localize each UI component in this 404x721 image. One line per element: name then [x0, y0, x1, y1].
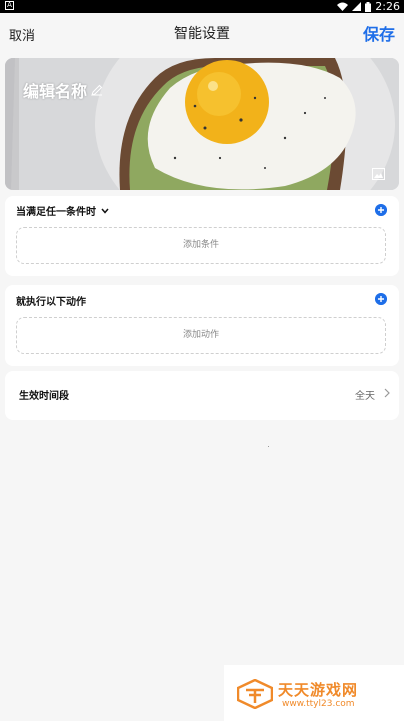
signal-icon	[352, 2, 362, 11]
status-bar: A 2:26	[0, 0, 404, 13]
conditions-title-label: 当满足任一条件时	[16, 207, 96, 218]
watermark: 天天游戏网 www.ttyl23.com	[224, 665, 404, 721]
scene-name-label: 编辑名称	[23, 82, 88, 101]
nav-bar: 取消 智能设置 保存	[0, 13, 404, 53]
save-button[interactable]: 保存	[363, 21, 395, 45]
notification-icon: A	[5, 1, 14, 10]
scene-banner[interactable]: 编辑名称	[5, 58, 399, 190]
pencil-icon	[91, 84, 103, 96]
chevron-down-icon	[101, 208, 109, 214]
page-title: 智能设置	[174, 26, 230, 42]
conditions-card: 当满足任一条件时 添加条件	[5, 196, 399, 276]
clock: 2:26	[375, 0, 400, 13]
change-image-icon[interactable]	[372, 168, 385, 180]
effective-period-label: 生效时间段	[19, 391, 69, 402]
add-action-icon[interactable]	[375, 293, 387, 305]
effective-period-value: 全天	[355, 391, 375, 402]
effective-period-row[interactable]: 生效时间段 全天	[5, 371, 399, 420]
chevron-right-icon	[384, 388, 390, 398]
actions-card: 就执行以下动作 添加动作	[5, 285, 399, 366]
watermark-url: www.ttyl23.com	[282, 699, 355, 709]
watermark-logo-icon	[237, 679, 273, 709]
wifi-icon	[337, 2, 349, 11]
stray-dot	[268, 446, 269, 447]
actions-title: 就执行以下动作	[16, 297, 86, 308]
battery-icon	[365, 1, 372, 12]
conditions-title[interactable]: 当满足任一条件时	[16, 203, 109, 218]
add-condition-button[interactable]: 添加条件	[16, 227, 386, 264]
edit-name-field[interactable]: 编辑名称	[23, 78, 103, 102]
add-action-button[interactable]: 添加动作	[16, 317, 386, 354]
watermark-name: 天天游戏网	[278, 681, 359, 699]
add-condition-icon[interactable]	[375, 204, 387, 216]
status-icons: 2:26	[337, 0, 400, 13]
